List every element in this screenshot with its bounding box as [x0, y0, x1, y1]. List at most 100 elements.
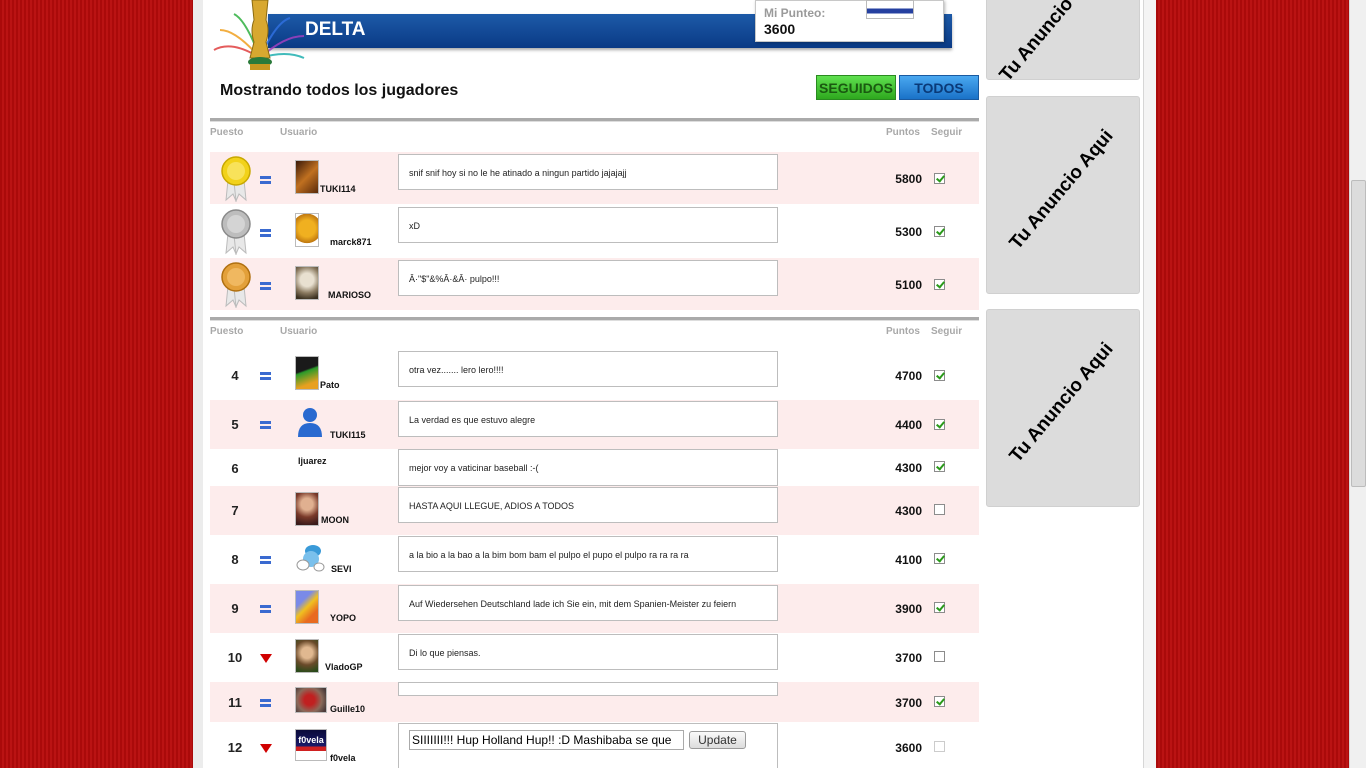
points: 5800: [895, 172, 922, 186]
page-title: DELTA: [305, 19, 366, 40]
tab-todos[interactable]: TODOS: [899, 75, 979, 100]
list-heading: Mostrando todos los jugadores: [220, 82, 459, 99]
ad-text: Tu Anuncio Aqui: [1005, 125, 1118, 254]
col-header-seguir: Seguir: [931, 127, 963, 138]
silver-medal-icon: [221, 209, 251, 255]
table-row: MARIOSO Â·"$"&%Â·&Â· pulpo!!! 5100: [210, 258, 979, 310]
comment-box: HASTA AQUI LLEGUE, ADIOS A TODOS: [398, 487, 778, 523]
points: 4700: [895, 369, 922, 383]
username[interactable]: marck871: [330, 237, 372, 247]
username[interactable]: Pato: [320, 380, 340, 390]
trend-down-icon: [258, 741, 274, 757]
trend-equal-icon: [258, 696, 274, 712]
follow-checkbox[interactable]: [934, 602, 945, 613]
rank: 7: [231, 503, 239, 518]
ad-text: Tu Anuncio Aqui: [995, 0, 1108, 80]
col-header-puntos: Puntos: [886, 127, 920, 138]
score-label: Mi Punteo:: [764, 6, 826, 20]
comment-box: La verdad es que estuvo alegre: [398, 401, 778, 437]
follow-checkbox[interactable]: [934, 504, 945, 515]
username[interactable]: ljuarez: [298, 456, 327, 466]
username[interactable]: f0vela: [330, 753, 356, 763]
trend-equal-icon: [258, 279, 274, 295]
follow-checkbox[interactable]: [934, 696, 945, 707]
points: 3600: [895, 741, 922, 755]
comment-box: Â·"$"&%Â·&Â· pulpo!!!: [398, 260, 778, 296]
username[interactable]: MARIOSO: [328, 290, 371, 300]
tab-seguidos[interactable]: SEGUIDOS: [816, 75, 896, 100]
avatar: [295, 639, 319, 673]
follow-checkbox[interactable]: [934, 461, 945, 472]
comment-box: snif snif hoy si no le he atinado a ning…: [398, 154, 778, 190]
username[interactable]: VladoGP: [325, 662, 363, 672]
points: 3700: [895, 651, 922, 665]
rank: 9: [231, 601, 239, 616]
ad-banner[interactable]: Tu Anuncio Aqui: [986, 309, 1140, 507]
rank: 5: [231, 417, 239, 432]
rank: 10: [227, 650, 243, 665]
comment-input[interactable]: [409, 730, 684, 750]
follow-checkbox[interactable]: [934, 651, 945, 662]
rank: 6: [231, 461, 239, 476]
rank: 11: [228, 695, 242, 710]
table-row: 7 MOON HASTA AQUI LLEGUE, ADIOS A TODOS …: [210, 486, 979, 535]
points: 3900: [895, 602, 922, 616]
table-row: 8 SEVI a la bio a la bao a la bim bom ba…: [210, 535, 979, 584]
avatar: [295, 492, 319, 526]
username[interactable]: SEVI: [331, 564, 352, 574]
points: 4400: [895, 418, 922, 432]
table-row: 4 Pato otra vez....... lero lero!!!! 470…: [210, 350, 979, 400]
update-button[interactable]: Update: [689, 731, 746, 749]
username[interactable]: TUKI114: [320, 184, 356, 194]
world-cup-trophy-icon: [213, 0, 305, 70]
comment-edit-box: Update: [398, 723, 778, 768]
trend-equal-icon: [258, 418, 274, 434]
username[interactable]: TUKI115: [330, 430, 366, 440]
follow-checkbox[interactable]: [934, 370, 945, 381]
page-border: [1143, 0, 1156, 768]
comment-box: a la bio a la bao a la bim bom bam el pu…: [398, 536, 778, 572]
points: 4300: [895, 461, 922, 475]
table-row: 11 Guille10 3700: [210, 682, 979, 722]
rank: 4: [231, 368, 239, 383]
rank: 12: [227, 740, 243, 755]
col-header-usuario: Usuario: [280, 127, 318, 138]
follow-checkbox[interactable]: [934, 173, 945, 184]
table-row: TUKI114 snif snif hoy si no le he atinad…: [210, 152, 979, 204]
follow-checkbox[interactable]: [934, 419, 945, 430]
points: 5100: [895, 278, 922, 292]
follow-checkbox[interactable]: [934, 279, 945, 290]
scrollbar-thumb[interactable]: [1351, 180, 1366, 487]
gold-medal-icon: [221, 156, 251, 202]
points: 5300: [895, 225, 922, 239]
rank: 8: [231, 552, 239, 567]
follow-checkbox[interactable]: [934, 741, 945, 752]
flag-icon: [866, 0, 914, 19]
trend-down-icon: [258, 651, 274, 667]
col-header-usuario: Usuario: [280, 326, 318, 337]
table-row: 9 YOPO Auf Wiedersehen Deutschland lade …: [210, 584, 979, 633]
table-row: marck871 xD 5300: [210, 205, 979, 257]
points: 4100: [895, 553, 922, 567]
trend-equal-icon: [258, 369, 274, 385]
table-row: 5 TUKI115 La verdad es que estuvo alegre…: [210, 400, 979, 449]
username[interactable]: Guille10: [330, 704, 365, 714]
username[interactable]: YOPO: [330, 613, 356, 623]
comment-box: Di lo que piensas.: [398, 634, 778, 670]
table-row: 10 VladoGP Di lo que piensas. 3700: [210, 633, 979, 682]
username[interactable]: MOON: [321, 515, 349, 525]
ad-text: Tu Anuncio Aqui: [1005, 338, 1118, 467]
table-row: 12 f0vela f0vela Update 3600: [210, 722, 979, 768]
trend-equal-icon: [258, 173, 274, 189]
ad-banner[interactable]: Tu Anuncio Aqui: [986, 0, 1140, 80]
trend-equal-icon: [258, 553, 274, 569]
avatar-logo: f0vela: [295, 729, 327, 761]
default-user-icon: [298, 408, 322, 437]
trend-equal-icon: [258, 226, 274, 242]
table-row: 6 ljuarez mejor voy a vaticinar baseball…: [210, 449, 979, 486]
comment-box: mejor voy a vaticinar baseball :-(: [398, 449, 778, 486]
follow-checkbox[interactable]: [934, 226, 945, 237]
ad-banner[interactable]: Tu Anuncio Aqui: [986, 96, 1140, 294]
divider: [210, 118, 979, 122]
follow-checkbox[interactable]: [934, 553, 945, 564]
